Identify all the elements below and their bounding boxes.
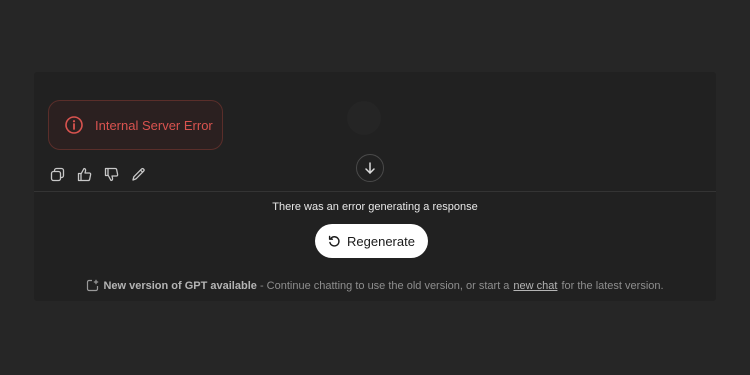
thumbs-down-icon [104,167,119,182]
scroll-to-bottom-button[interactable] [356,154,384,182]
pencil-icon [132,168,145,181]
copy-button[interactable] [49,166,66,183]
thumbs-down-button[interactable] [103,166,120,183]
avatar-placeholder [347,101,381,135]
error-message-box: Internal Server Error [48,100,223,150]
info-circle-icon [64,115,84,135]
generation-error-text: There was an error generating a response [272,201,478,213]
version-notice-title: New version of GPT available [103,279,257,292]
thumbs-up-button[interactable] [76,166,93,183]
refresh-icon [328,235,341,248]
message-actions [49,166,147,183]
regenerate-button[interactable]: Regenerate [315,224,428,258]
divider [34,191,716,192]
version-notice-body: - Continue chatting to use the old versi… [256,279,510,292]
thumbs-up-icon [77,167,92,182]
new-chat-link[interactable]: new chat [513,280,557,292]
error-text: Internal Server Error [95,117,213,133]
version-notice-tail: for the latest version. [561,279,664,292]
edit-button[interactable] [130,166,147,183]
version-notice: New version of GPT available - Continue … [34,279,716,292]
new-chat-icon [86,279,99,292]
regenerate-label: Regenerate [347,233,415,249]
copy-icon [50,167,65,182]
arrow-down-icon [365,162,375,174]
